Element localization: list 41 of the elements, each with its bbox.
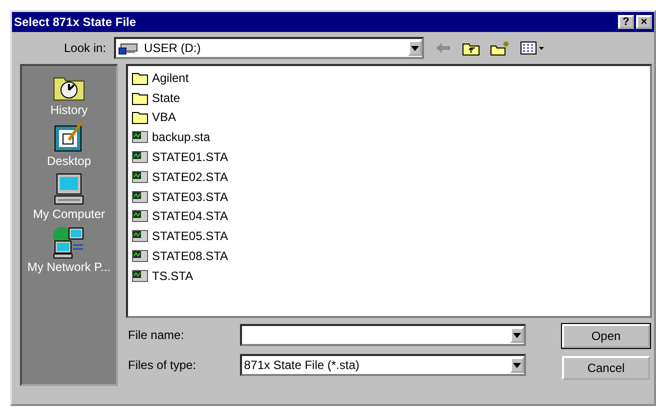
file-item[interactable]: TS.STA [130,266,228,286]
file-icon [132,270,148,282]
file-item[interactable]: VBA [130,108,228,128]
file-icon [132,151,148,164]
file-type-label: Files of type: [128,358,198,372]
window-title: Select 871x State File [14,15,138,29]
close-button[interactable]: × [636,15,652,29]
file-item[interactable]: STATE01.STA [130,147,228,167]
cancel-button[interactable]: Cancel [562,356,650,380]
file-item[interactable]: STATE05.STA [130,226,228,246]
open-button[interactable]: Open [562,324,650,348]
file-name-field[interactable] [240,324,526,346]
file-item[interactable]: STATE04.STA [130,206,228,226]
file-name-label: File name: [128,328,186,342]
view-menu-icon[interactable] [520,41,546,55]
new-folder-icon[interactable] [490,40,510,56]
place-item[interactable]: My Computer [32,172,106,221]
file-item[interactable]: Agilent [130,68,228,88]
folder-icon [132,110,148,124]
look-in-dropdown[interactable]: USER (D:) [114,37,424,59]
computer-icon [52,172,86,206]
file-icon [132,210,148,222]
look-in-label: Look in: [64,41,106,55]
file-item[interactable]: backup.sta [130,127,228,148]
file-item[interactable]: STATE03.STA [130,186,228,207]
place-item[interactable]: My Network P... [27,225,111,274]
place-item[interactable]: History [50,72,88,117]
folder-icon [132,70,148,85]
file-type-dropdown[interactable]: 871x State File (*.sta) [240,354,526,376]
drive-icon [118,41,138,55]
file-icon [132,190,148,203]
file-icon [132,230,148,242]
file-item[interactable]: STATE02.STA [130,166,228,187]
file-icon [132,170,148,183]
file-item[interactable]: State [130,88,228,108]
folder-icon [132,90,148,105]
place-item[interactable]: Desktop [46,121,92,168]
help-button[interactable]: ? [618,15,634,29]
file-item[interactable]: STATE08.STA [130,246,228,266]
file-icon [132,250,148,262]
file-icon [132,131,148,144]
